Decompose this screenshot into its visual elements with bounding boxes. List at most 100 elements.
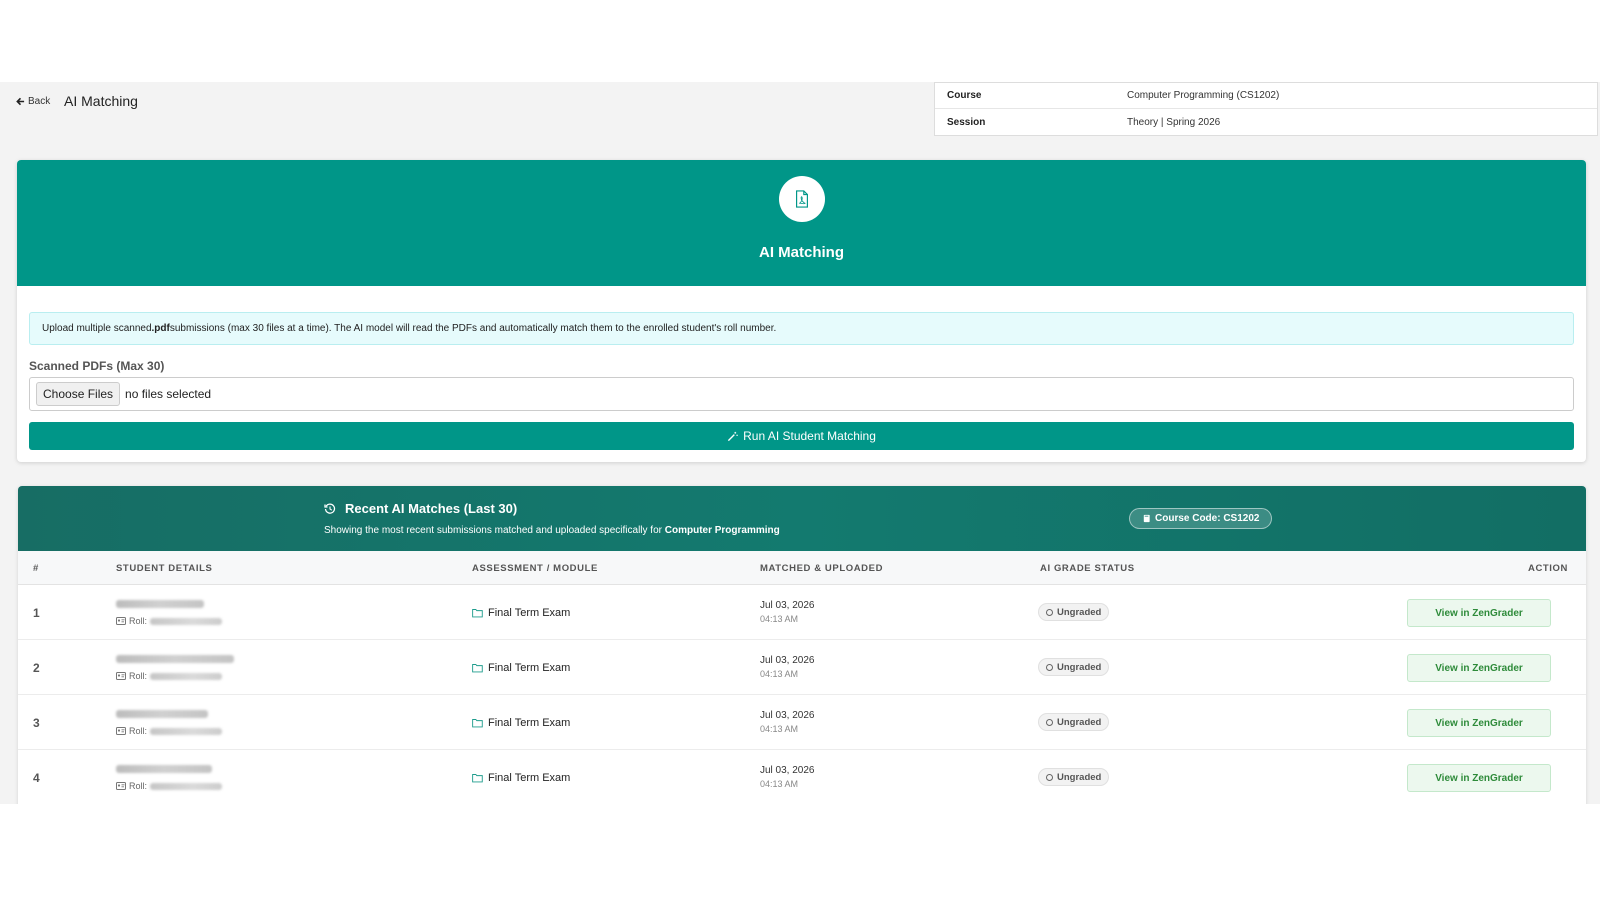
roll-label: Roll:: [129, 616, 148, 626]
matched-time: 04:13 AM: [760, 669, 799, 679]
session-info-row: Session Theory | Spring 2026: [935, 109, 1597, 135]
id-card-icon: [116, 782, 126, 790]
col-student: STUDENT DETAILS: [116, 563, 213, 574]
app-window: Back AI Matching Course Computer Program…: [0, 82, 1600, 804]
recent-title: Recent AI Matches (Last 30): [324, 501, 517, 516]
roll-number-redacted: [150, 617, 223, 625]
recent-matches-header: Recent AI Matches (Last 30) Showing the …: [18, 486, 1586, 551]
row-number: 2: [33, 661, 40, 675]
back-button[interactable]: Back: [16, 96, 50, 107]
pdf-file-icon: [795, 190, 808, 208]
recent-subtitle: Showing the most recent submissions matc…: [324, 525, 780, 536]
id-card-icon: [116, 672, 126, 680]
matched-time: 04:13 AM: [760, 779, 799, 789]
matched-time: 04:13 AM: [760, 724, 799, 734]
recent-title-text: Recent AI Matches (Last 30): [345, 501, 518, 516]
view-in-zengrader-button[interactable]: View in ZenGrader: [1407, 709, 1551, 737]
run-matching-button[interactable]: Run AI Student Matching: [29, 422, 1574, 450]
row-number: 3: [33, 716, 40, 730]
circle-outline-icon: [1046, 718, 1053, 726]
col-matched: MATCHED & UPLOADED: [760, 563, 884, 574]
roll-label: Roll:: [129, 671, 148, 681]
assessment-cell: Final Term Exam: [472, 772, 570, 784]
assessment-name: Final Term Exam: [488, 607, 571, 619]
col-assessment: ASSESSMENT / MODULE: [472, 563, 598, 574]
assessment-cell: Final Term Exam: [472, 717, 570, 729]
run-matching-label: Run AI Student Matching: [743, 429, 876, 443]
hero-icon-circle: [778, 176, 825, 222]
folder-icon: [472, 609, 483, 618]
notice-text-bold: .pdf: [151, 323, 170, 334]
view-in-zengrader-button[interactable]: View in ZenGrader: [1407, 764, 1551, 792]
recent-subtitle-pre: Showing the most recent submissions matc…: [324, 525, 665, 536]
table-row: 1 Roll: Final Term Exam Jul 03, 2026 04:…: [18, 585, 1586, 640]
file-status-text: no files selected: [125, 387, 212, 401]
id-card-icon: [116, 617, 126, 625]
file-input[interactable]: Choose Files no files selected: [29, 377, 1574, 411]
row-number: 1: [33, 606, 40, 620]
assessment-cell: Final Term Exam: [472, 662, 570, 674]
course-code-badge: Course Code: CS1202: [1129, 508, 1273, 529]
col-status: AI GRADE STATUS: [1040, 563, 1135, 574]
roll-label: Roll:: [129, 726, 148, 736]
table-row: 3 Roll: Final Term Exam Jul 03, 2026 04:…: [18, 695, 1586, 750]
table-header: # STUDENT DETAILS ASSESSMENT / MODULE MA…: [18, 551, 1586, 585]
hero-title: AI Matching: [759, 244, 844, 261]
course-info-key: Course: [947, 90, 982, 101]
arrow-left-icon: [16, 97, 25, 106]
circle-outline-icon: [1046, 608, 1053, 616]
table-row: 4 Roll: Final Term Exam Jul 03, 2026 04:…: [18, 750, 1586, 804]
matched-date: Jul 03, 2026: [760, 765, 815, 776]
status-badge: Ungraded: [1038, 713, 1110, 731]
student-roll: Roll:: [116, 616, 223, 626]
folder-icon: [472, 774, 483, 783]
course-info-table: Course Computer Programming (CS1202) Ses…: [934, 82, 1598, 136]
row-number: 4: [33, 771, 40, 785]
roll-number-redacted: [150, 727, 223, 735]
notice-text-pre: Upload multiple scanned: [42, 323, 152, 334]
status-text: Ungraded: [1057, 606, 1102, 618]
view-in-zengrader-button[interactable]: View in ZenGrader: [1407, 654, 1551, 682]
course-info-value: Computer Programming (CS1202): [1127, 90, 1280, 101]
recent-matches-card: Recent AI Matches (Last 30) Showing the …: [18, 486, 1586, 804]
roll-label: Roll:: [129, 781, 148, 791]
student-roll: Roll:: [116, 726, 223, 736]
folder-icon: [472, 664, 483, 673]
status-text: Ungraded: [1057, 771, 1102, 783]
col-num: #: [33, 563, 39, 574]
file-field-label: Scanned PDFs (Max 30): [29, 359, 165, 373]
folder-icon: [472, 719, 483, 728]
student-roll: Roll:: [116, 781, 223, 791]
upload-card: AI Matching Upload multiple scanned .pdf…: [17, 160, 1586, 462]
status-text: Ungraded: [1057, 716, 1102, 728]
upload-hero: AI Matching: [17, 160, 1586, 286]
course-info-row: Course Computer Programming (CS1202): [935, 83, 1597, 109]
roll-number-redacted: [150, 782, 223, 790]
matched-date: Jul 03, 2026: [760, 655, 815, 666]
choose-files-button[interactable]: Choose Files: [36, 382, 121, 406]
magic-wand-icon: [728, 431, 738, 441]
recent-subtitle-course: Computer Programming: [664, 525, 780, 536]
view-in-zengrader-button[interactable]: View in ZenGrader: [1407, 599, 1551, 627]
notice-text-post: submissions (max 30 files at a time). Th…: [169, 323, 777, 334]
session-info-value: Theory | Spring 2026: [1127, 116, 1221, 128]
history-icon: [324, 503, 336, 514]
student-name-redacted: [116, 710, 208, 718]
assessment-cell: Final Term Exam: [472, 607, 570, 619]
status-text: Ungraded: [1057, 661, 1102, 673]
assessment-name: Final Term Exam: [488, 717, 571, 729]
session-info-key: Session: [947, 116, 986, 128]
book-icon: [1143, 514, 1150, 523]
matched-time: 04:13 AM: [760, 614, 799, 624]
circle-outline-icon: [1046, 663, 1053, 671]
table-row: 2 Roll: Final Term Exam Jul 03, 2026 04:…: [18, 640, 1586, 695]
status-badge: Ungraded: [1038, 603, 1110, 621]
back-label: Back: [28, 96, 51, 107]
course-code-text: Course Code: CS1202: [1155, 513, 1260, 524]
page-title: AI Matching: [64, 93, 138, 109]
student-roll: Roll:: [116, 671, 223, 681]
assessment-name: Final Term Exam: [488, 772, 571, 784]
info-notice: Upload multiple scanned .pdf submissions…: [29, 312, 1574, 345]
assessment-name: Final Term Exam: [488, 662, 571, 674]
student-name-redacted: [116, 600, 204, 608]
